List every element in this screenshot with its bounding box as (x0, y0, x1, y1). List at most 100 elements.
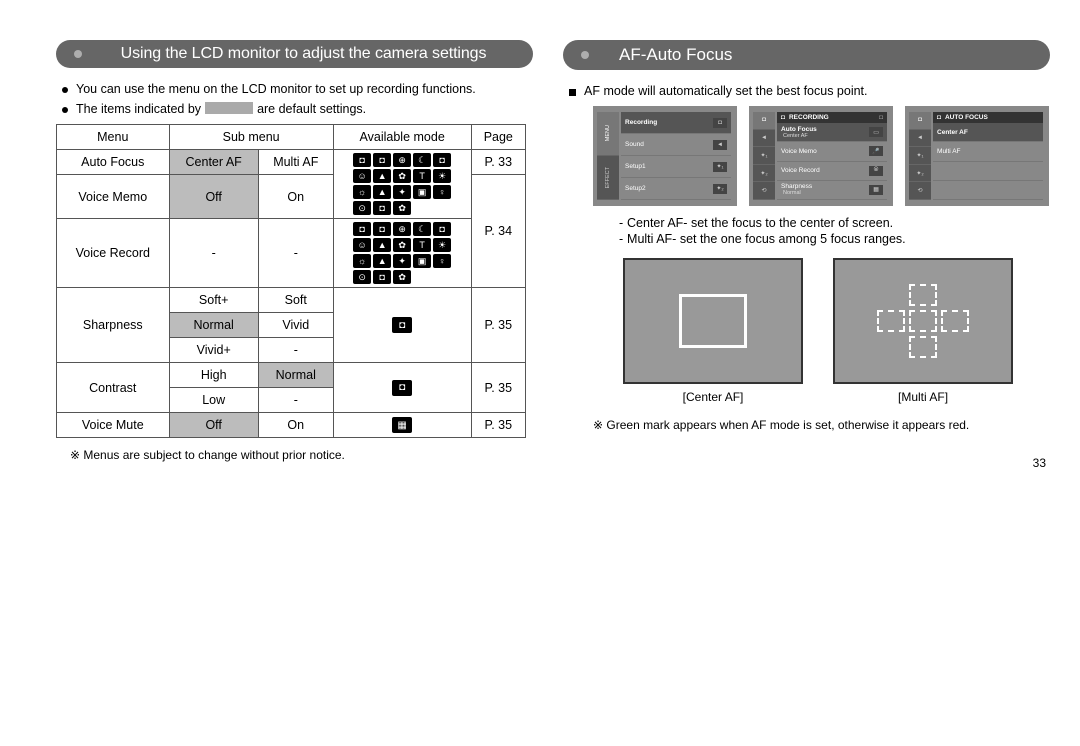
lcd-sidebar: ◘ ◄ ✦₁ ✦₂ ⟲ (909, 112, 931, 200)
lcd-row-item: SharpnessNormal▦ (777, 181, 887, 200)
mode-icon: T (413, 169, 431, 183)
camera-icon: ◘ (937, 114, 941, 121)
bullet-square-icon (569, 89, 576, 96)
cell-modes: ◘◘⊕☾◘ ☺▲✿T☀ ☼▲✦▣♀ ⊙◘✿ (333, 219, 471, 288)
cell-sub: - (169, 219, 258, 288)
lcd-row-item: Sound◄ (621, 134, 731, 156)
center-af-caption: [Center AF] (623, 390, 803, 404)
cell-sub: Vivid+ (169, 338, 258, 363)
cell-modes: ◘◘⊕☾◘ ☺▲✿T☀ ☼▲✦▣♀ ⊙◘✿ (333, 150, 471, 219)
default-swatch-icon (205, 102, 253, 114)
mode-icon: ▦ (392, 417, 412, 433)
lcd-row-item: Auto FocusCenter AF▭ (777, 123, 887, 142)
table-row: Sharpness Soft+ Soft ◘ P. 35 (57, 288, 526, 313)
af-desc-1: -Center AF- set the focus to the center … (615, 216, 1050, 230)
left-column: Using the LCD monitor to adjust the came… (56, 40, 533, 462)
cell-modes: ▦ (333, 413, 471, 438)
lcd-previews: MENU EFFECT Recording◘ Sound◄ Setup1✦₁ S… (593, 106, 1050, 206)
cell-menu: Voice Mute (57, 413, 170, 438)
lcd-row-item: Multi AF (933, 142, 1043, 161)
left-title-pill: Using the LCD monitor to adjust the came… (56, 40, 533, 68)
mode-icon: ☀ (433, 169, 451, 183)
left-footnote: ※ Menus are subject to change without pr… (70, 448, 533, 462)
mode-icon: ◘ (373, 153, 391, 167)
cell-sub: Low (169, 388, 258, 413)
lcd-sidebar: MENU EFFECT (597, 112, 619, 200)
cell-modes: ◘ (333, 363, 471, 413)
cell-sub: On (258, 413, 333, 438)
mode-icon: ▲ (373, 169, 391, 183)
mode-icon: ◘ (373, 222, 391, 236)
lcd-sidebar: ◘ ◄ ✦₁ ✦₂ ⟲ (753, 112, 775, 200)
sound-icon: ◄ (713, 140, 727, 150)
lcd-row-item: Setup1✦₁ (621, 156, 731, 178)
center-af-sample: [Center AF] (623, 258, 803, 404)
intro-text-2a: The items indicated by (76, 102, 201, 116)
bullet-dot-icon (62, 107, 68, 113)
multi-af-caption: [Multi AF] (833, 390, 1013, 404)
lcd-preview-3: ◘ ◄ ✦₁ ✦₂ ⟲ ◘AUTO FOCUS Center AF Multi … (905, 106, 1049, 206)
cell-page: P. 35 (471, 288, 525, 363)
lcd-side-cam: ◘ (909, 112, 931, 130)
setup1-icon: ✦₁ (713, 162, 727, 172)
lcd-header: ◘AUTO FOCUS (933, 112, 1043, 123)
cell-page: P. 35 (471, 413, 525, 438)
table-row: Voice Mute Off On ▦ P. 35 (57, 413, 526, 438)
bullet-dot-icon (62, 87, 68, 93)
cell-menu: Sharpness (57, 288, 170, 363)
lcd-main: Recording◘ Sound◄ Setup1✦₁ Setup2✦₂ (621, 112, 731, 200)
camera-icon: ◘ (713, 118, 727, 128)
mode-icon: ◘ (392, 317, 412, 333)
page-number: 33 (1033, 456, 1046, 470)
cell-menu: Voice Memo (57, 175, 170, 219)
mode-icon: ✿ (393, 169, 411, 183)
cell-sub: Soft+ (169, 288, 258, 313)
lcd-row-item: Voice Record⦾ (777, 162, 887, 181)
intro-text-2b: are default settings. (257, 102, 366, 116)
mode-icon: ☼ (353, 185, 371, 199)
mode-icon: ✿ (393, 270, 411, 284)
mode-icon: ☺ (353, 169, 371, 183)
mode-icon: ✿ (393, 201, 411, 215)
camera-watermark-icon: ◘ (879, 114, 883, 121)
lcd-row-item (933, 162, 1043, 181)
lcd-side-s1: ✦₁ (753, 147, 775, 165)
right-footnote: ※ Green mark appears when AF mode is set… (593, 418, 1050, 432)
mic-icon: 🎤 (869, 146, 883, 156)
cell-sub-default: Off (169, 413, 258, 438)
mode-icon: ◘ (433, 222, 451, 236)
right-column: AF-Auto Focus AF mode will automatically… (563, 40, 1050, 462)
multi-af-sample: [Multi AF] (833, 258, 1013, 404)
cell-page: P. 34 (471, 175, 525, 288)
mode-icon: ☾ (413, 222, 431, 236)
lcd-side-s2: ✦₂ (909, 165, 931, 183)
mode-icon: ☺ (353, 238, 371, 252)
setup2-icon: ✦₂ (713, 184, 727, 194)
cell-page: P. 35 (471, 363, 525, 413)
lcd-row-item: Recording◘ (621, 112, 731, 134)
table-header-row: Menu Sub menu Available mode Page (57, 125, 526, 150)
mode-icon: ✦ (393, 254, 411, 268)
center-focus-rect-icon (679, 294, 747, 348)
multi-focus-grid-icon (877, 284, 969, 358)
th-menu: Menu (57, 125, 170, 150)
table-row: Voice Record - - ◘◘⊕☾◘ ☺▲✿T☀ ☼▲✦▣♀ ⊙◘✿ (57, 219, 526, 288)
th-page: Page (471, 125, 525, 150)
table-row: Auto Focus Center AF Multi AF ◘◘⊕☾◘ ☺▲✿T… (57, 150, 526, 175)
cell-sub-default: Normal (169, 313, 258, 338)
mode-icon: ⊙ (353, 270, 371, 284)
lcd-row-item: Center AF (933, 123, 1043, 142)
center-af-preview (623, 258, 803, 384)
af-sample-images: [Center AF] [Multi AF] (623, 258, 1050, 404)
cell-sub: Multi AF (258, 150, 333, 175)
mode-icon: ⊕ (393, 222, 411, 236)
record-icon: ⦾ (869, 166, 883, 176)
right-title-text: AF-Auto Focus (599, 45, 1032, 65)
lcd-side-sound: ◄ (909, 130, 931, 148)
mode-icon: ▣ (413, 254, 431, 268)
cell-sub: High (169, 363, 258, 388)
lcd-row-item (933, 181, 1043, 200)
mode-icon: ✦ (393, 185, 411, 199)
mode-icon: ▲ (373, 254, 391, 268)
mode-icon: ◘ (392, 380, 412, 396)
